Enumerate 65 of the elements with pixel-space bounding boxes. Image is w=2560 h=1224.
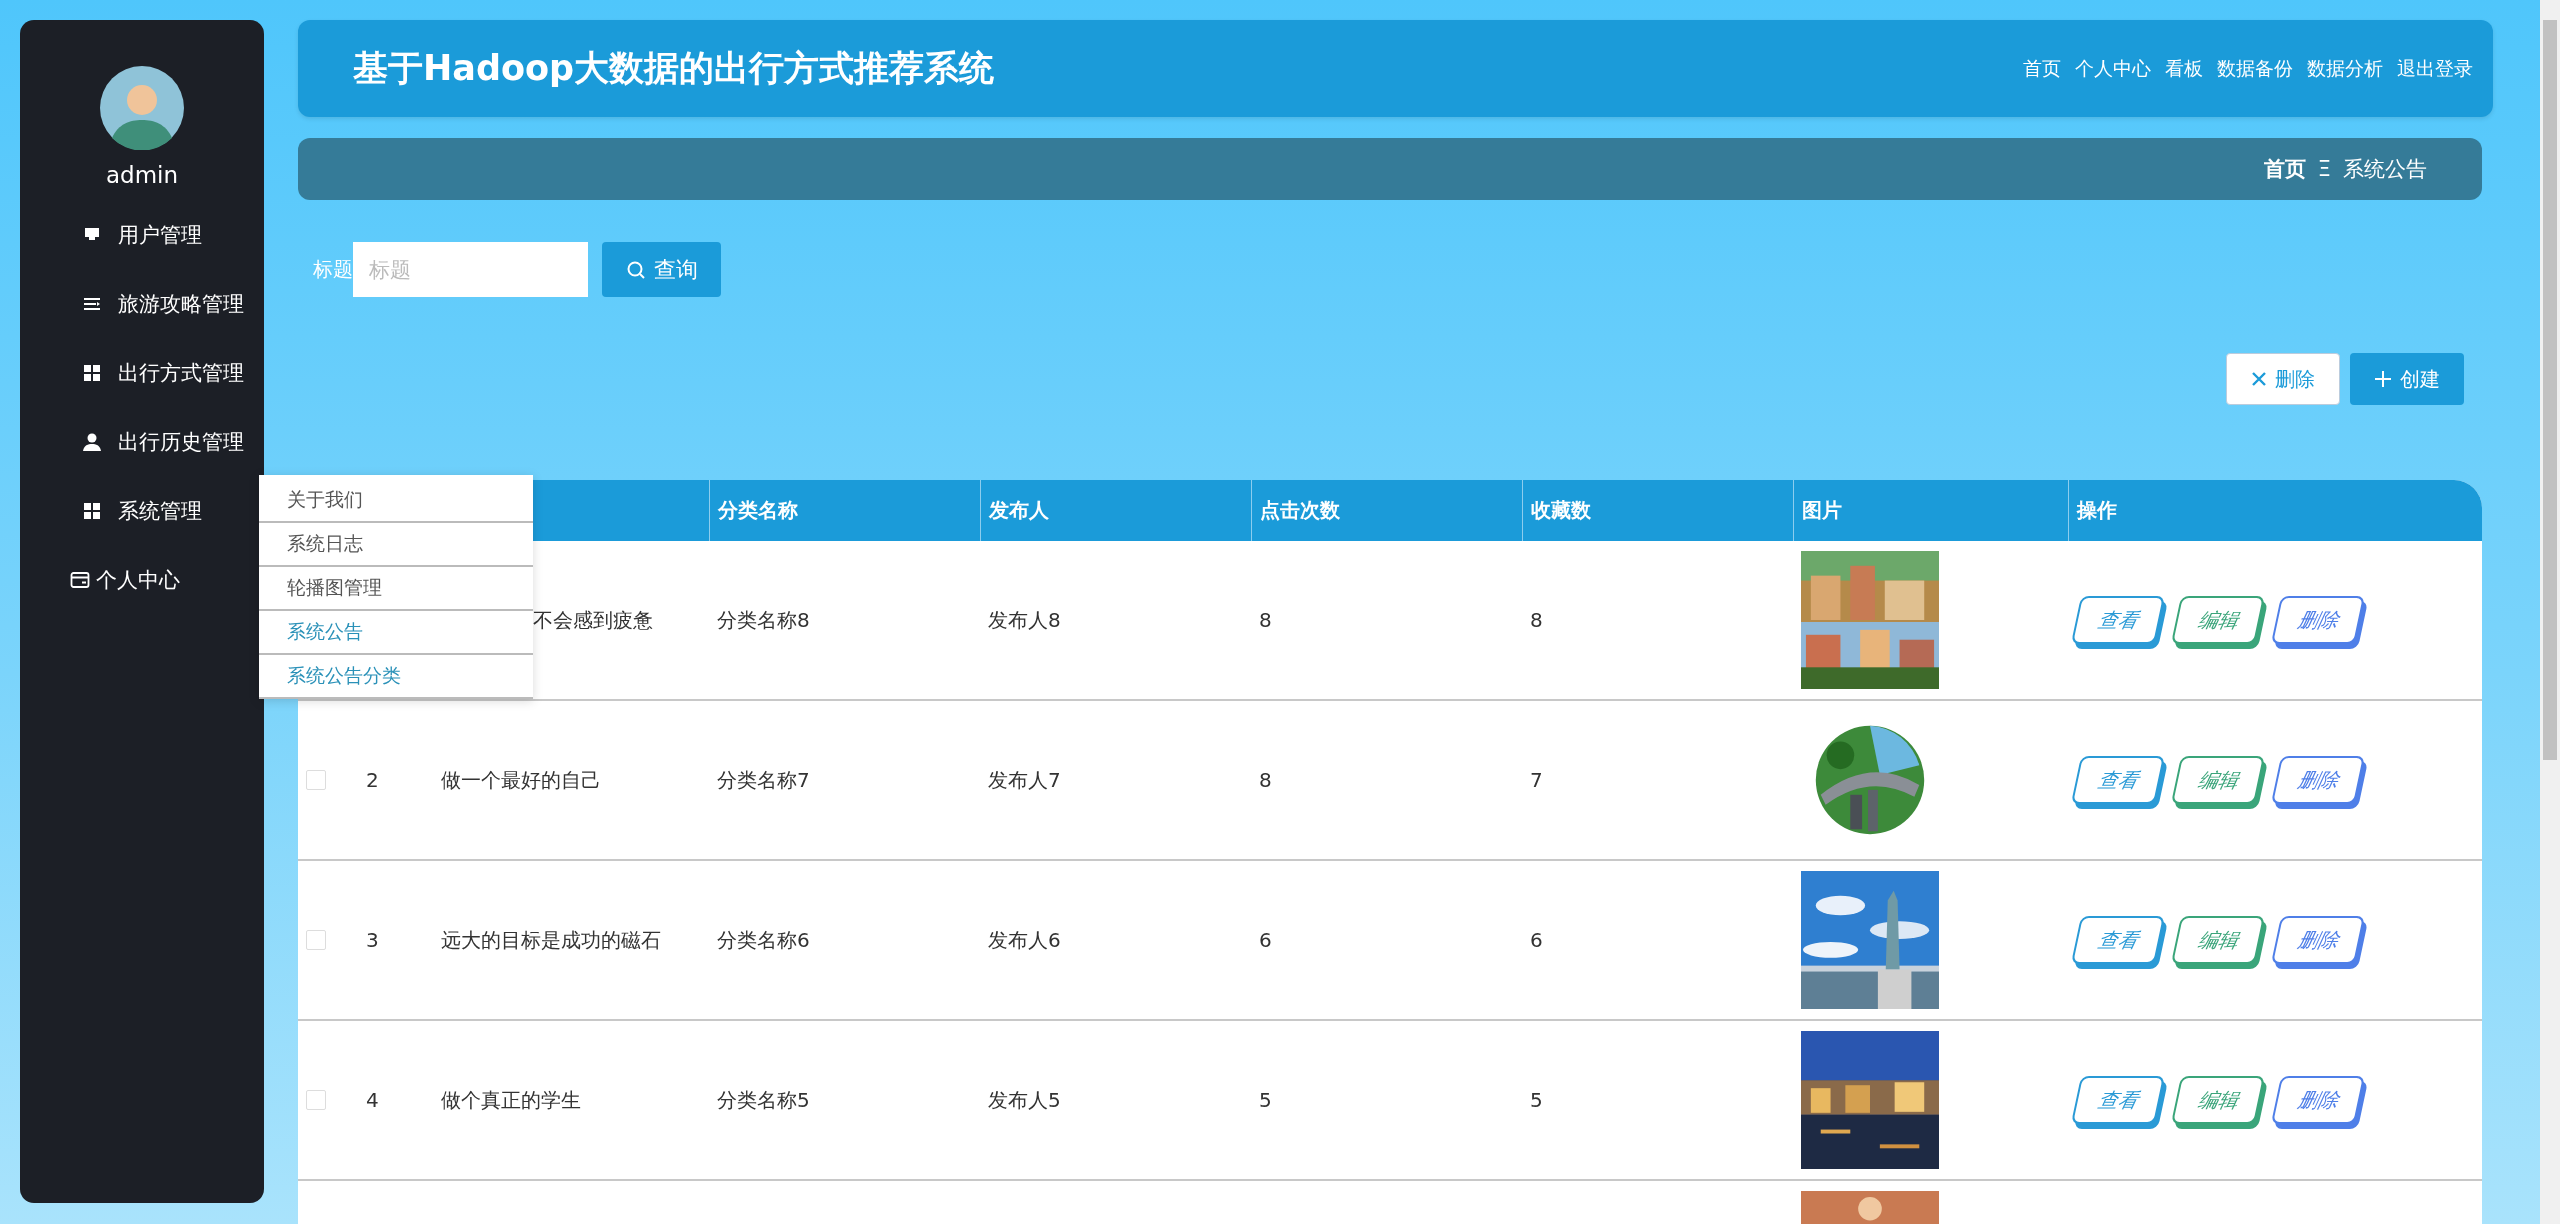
table-cell: 8	[1530, 608, 1543, 632]
menu-item[interactable]: 关于我们	[259, 479, 533, 523]
grid-icon	[82, 500, 102, 521]
table-cell: 分类名称5	[717, 1086, 810, 1114]
menu-item[interactable]: 轮播图管理	[259, 567, 533, 611]
nav-link[interactable]: 数据备份	[2217, 55, 2293, 82]
table-cell: 发布人7	[988, 766, 1061, 794]
column-header: 图片	[1793, 480, 2068, 541]
scrollbar[interactable]	[2540, 0, 2560, 1224]
table-cell: 5	[1530, 1088, 1543, 1112]
title-search-field[interactable]: 标题	[353, 242, 588, 297]
sidebar-item[interactable]: 用户管理	[20, 200, 264, 269]
column-header: 分类名称	[709, 480, 980, 541]
row-checkbox[interactable]	[306, 930, 326, 950]
nav-link[interactable]: 看板	[2165, 55, 2203, 82]
column-header: 操作	[2068, 480, 2481, 541]
column-header: 点击次数	[1251, 480, 1522, 541]
table-cell: 6	[1259, 928, 1272, 952]
table-cell: 发布人8	[988, 606, 1061, 634]
table-cell: 远大的目标是成功的磁石	[441, 926, 661, 954]
search-icon	[625, 259, 646, 280]
row-index: 3	[366, 928, 379, 952]
grid-icon	[82, 362, 102, 383]
username: admin	[105, 162, 179, 188]
menu-item[interactable]: 系统日志	[259, 523, 533, 567]
search-button[interactable]: 查询	[602, 242, 721, 297]
menu-item[interactable]: 系统公告	[259, 611, 533, 655]
table-cell: 不会感到疲惫	[533, 606, 653, 634]
table-cell: 8	[1259, 608, 1272, 632]
column-header: 发布人	[980, 480, 1251, 541]
breadcrumb-item[interactable]: 首页	[2263, 155, 2306, 183]
card-icon	[70, 569, 90, 590]
breadcrumb-item: 系统公告	[2343, 156, 2427, 183]
row-index: 4	[366, 1088, 379, 1112]
table-cell: 7	[1530, 768, 1543, 792]
sidebar-item[interactable]: 出行历史管理	[20, 407, 264, 476]
plus-icon	[2374, 370, 2392, 388]
row-checkbox[interactable]	[306, 770, 326, 790]
row-index: 2	[366, 768, 379, 792]
table-cell: 分类名称8	[717, 606, 810, 634]
table-cell: 5	[1259, 1088, 1272, 1112]
field-label: 标题	[313, 256, 353, 283]
nav-link[interactable]: 首页	[2023, 55, 2061, 82]
nav-link[interactable]: 退出登录	[2397, 55, 2473, 82]
close-icon	[2251, 371, 2267, 387]
table-cell: 分类名称7	[717, 766, 810, 794]
nav-link[interactable]: 个人中心	[2075, 55, 2151, 82]
app-title: 基于Hadoop大数据的出行方式推荐系统	[353, 47, 995, 90]
table-cell: 8	[1259, 768, 1272, 792]
sidebar-item[interactable]: 旅游攻略管理	[20, 269, 264, 338]
person-icon	[82, 431, 102, 452]
table-cell: 发布人5	[988, 1086, 1061, 1114]
sidebar-item[interactable]: 出行方式管理	[20, 338, 264, 407]
table-cell: 分类名称6	[717, 926, 810, 954]
create-button[interactable]: 创建	[2350, 353, 2464, 405]
column-header: 收藏数	[1522, 480, 1793, 541]
row-checkbox[interactable]	[306, 1090, 326, 1110]
table-cell: 做一个最好的自己	[441, 766, 601, 794]
table-cell: 6	[1530, 928, 1543, 952]
table-cell: 发布人6	[988, 926, 1061, 954]
breadcrumb-separator: Ξ	[2317, 157, 2331, 181]
table-cell: 做个真正的学生	[441, 1086, 581, 1114]
delete-button[interactable]: 删除	[2226, 353, 2340, 405]
nav-link[interactable]: 数据分析	[2307, 55, 2383, 82]
menu-item[interactable]: 系统公告分类	[259, 655, 533, 699]
